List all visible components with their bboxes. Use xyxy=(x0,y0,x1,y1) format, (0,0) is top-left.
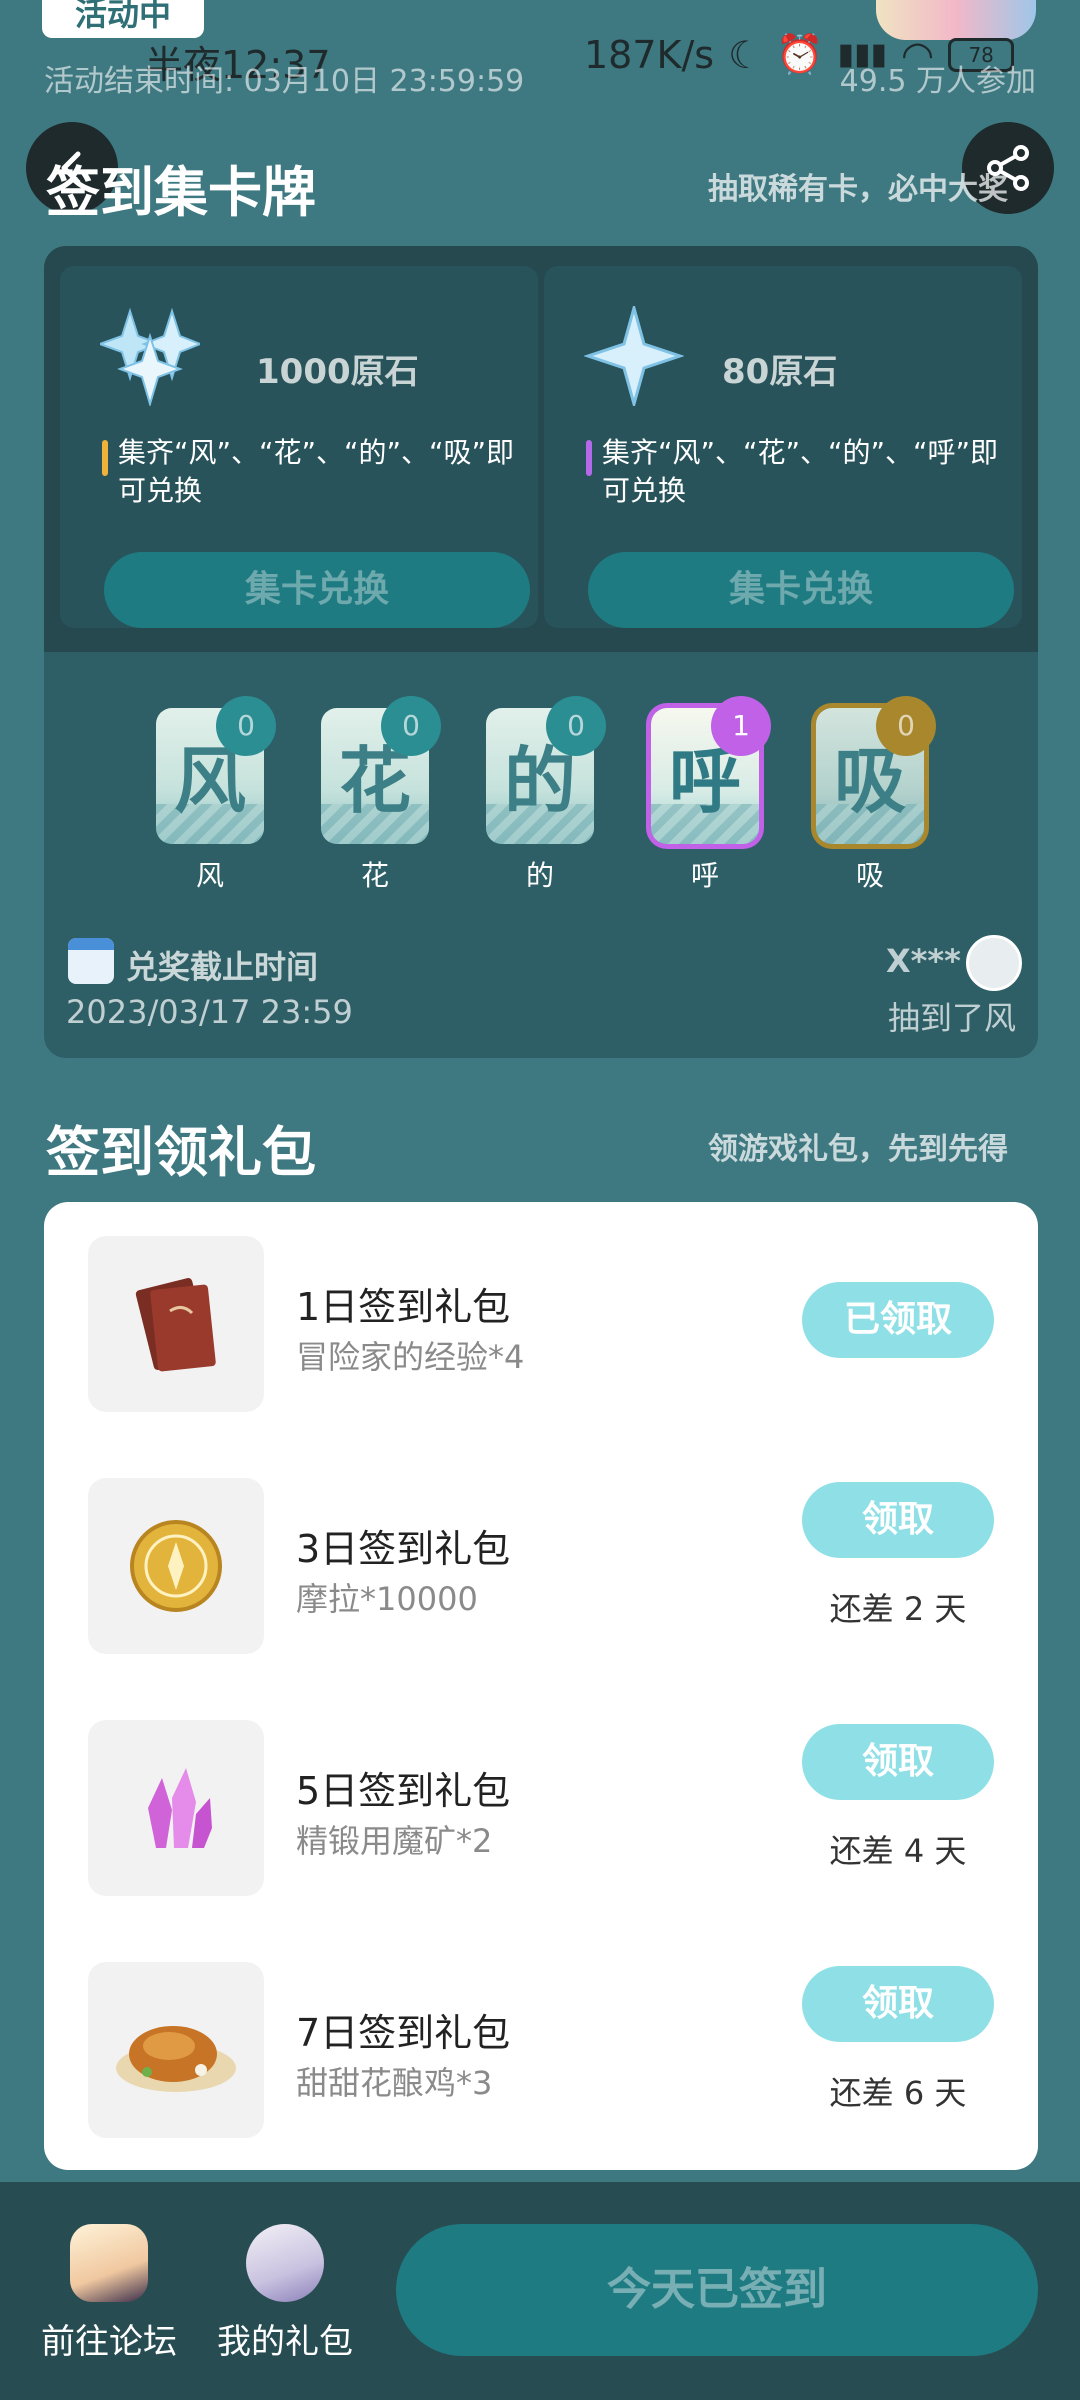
gift-section-title: 签到领礼包 xyxy=(46,1121,316,1184)
gift-title: 7日签到礼包 xyxy=(296,2011,511,2055)
card-label: 呼 xyxy=(690,859,719,892)
card-count-badge: 0 xyxy=(876,696,936,756)
gift-row: 7日签到礼包 甜甜花酿鸡*3 领取 还差 6 天 xyxy=(44,1962,1038,2138)
gift-row: 3日签到礼包 摩拉*10000 领取 还差 2 天 xyxy=(44,1478,1038,1654)
card-feng[interactable]: 风 0 xyxy=(156,696,276,844)
gift-row: 1日签到礼包 冒险家的经验*4 已领取 xyxy=(44,1236,1038,1412)
my-gifts-nav[interactable]: 我的礼包 xyxy=(210,2224,360,2363)
days-left: 还差 6 天 xyxy=(829,2074,967,2112)
gift-section-subtitle: 领游戏礼包，先到先得 xyxy=(708,1132,1008,1167)
gift-thumbnail xyxy=(88,1720,264,1896)
crystal-ore-icon xyxy=(148,1768,212,1848)
days-left: 还差 2 天 xyxy=(829,1590,967,1628)
book-icon xyxy=(135,1278,216,1372)
gift-item: 精锻用魔矿*2 xyxy=(296,1822,493,1860)
forum-label: 前往论坛 xyxy=(41,2322,177,2362)
primogem-icon xyxy=(584,306,684,406)
card-count-badge: 1 xyxy=(711,696,771,756)
card-section-subtitle: 抽取稀有卡，必中大奖 xyxy=(708,172,1008,207)
participant-count: 49.5 万人参加 xyxy=(839,64,1036,99)
card-count-badge: 0 xyxy=(216,696,276,756)
reward-card: 80原石 集齐“风”、“花”、“的”、“呼”即可兑换 集卡兑换 xyxy=(544,266,1022,628)
card-label: 花 xyxy=(360,859,389,892)
my-gifts-label: 我的礼包 xyxy=(217,2322,353,2362)
claim-button[interactable]: 领取 xyxy=(802,1724,994,1800)
roast-chicken-icon xyxy=(116,2026,236,2092)
activity-status-tag: 活动中 xyxy=(42,0,204,38)
forum-nav[interactable]: 前往论坛 xyxy=(34,2224,184,2363)
gift-item: 甜甜花酿鸡*3 xyxy=(296,2064,493,2102)
card-de[interactable]: 的 0 xyxy=(486,696,606,844)
calendar-icon xyxy=(68,938,114,984)
card-hua[interactable]: 花 0 xyxy=(321,696,441,844)
reward-row: 1000原石 集齐“风”、“花”、“的”、“吸”即可兑换 集卡兑换 80原石 集… xyxy=(44,246,1038,652)
reward-amount: 80原石 xyxy=(722,352,838,392)
card-count-badge: 0 xyxy=(546,696,606,756)
card-collection-panel: 1000原石 集齐“风”、“花”、“的”、“吸”即可兑换 集卡兑换 80原石 集… xyxy=(44,246,1038,1058)
card-label: 风 xyxy=(195,859,224,892)
gift-thumbnail xyxy=(88,1962,264,2138)
sign-in-button[interactable]: 今天已签到 xyxy=(396,2224,1038,2356)
gift-thumbnail xyxy=(88,1478,264,1654)
winner-avatar xyxy=(966,935,1022,991)
card-hu[interactable]: 呼 1 xyxy=(651,696,771,844)
gift-item: 冒险家的经验*4 xyxy=(296,1338,525,1376)
claimed-button[interactable]: 已领取 xyxy=(802,1282,994,1358)
deadline-label: 兑奖截止时间 xyxy=(126,948,319,986)
card-count-badge: 0 xyxy=(381,696,441,756)
claim-button[interactable]: 领取 xyxy=(802,1966,994,2042)
deadline-value: 2023/03/17 23:59 xyxy=(66,993,353,1031)
network-speed: 187K/s xyxy=(584,32,715,77)
gift-list-panel: 1日签到礼包 冒险家的经验*4 已领取 3日签到礼包 摩拉*10000 领取 还… xyxy=(44,1202,1038,2170)
forum-app-icon xyxy=(70,2224,148,2302)
reward-description: 集齐“风”、“花”、“的”、“吸”即可兑换 xyxy=(102,434,528,510)
mora-coin-icon xyxy=(130,1520,222,1612)
bottom-bar: 前往论坛 我的礼包 今天已签到 xyxy=(0,2182,1080,2400)
gift-thumbnail xyxy=(88,1236,264,1412)
winner-text: 抽到了风 xyxy=(887,999,1016,1037)
reward-amount: 1000原石 xyxy=(256,352,419,392)
card-label: 吸 xyxy=(855,859,884,892)
exchange-button[interactable]: 集卡兑换 xyxy=(104,552,530,628)
alarm-icon: ⏰ xyxy=(776,32,824,76)
card-label: 的 xyxy=(525,859,554,892)
reward-description: 集齐“风”、“花”、“的”、“呼”即可兑换 xyxy=(586,434,1012,510)
card-xi[interactable]: 吸 0 xyxy=(816,696,936,844)
exchange-button[interactable]: 集卡兑换 xyxy=(588,552,1014,628)
claim-button[interactable]: 领取 xyxy=(802,1482,994,1558)
reward-card: 1000原石 集齐“风”、“花”、“的”、“吸”即可兑换 集卡兑换 xyxy=(60,266,538,628)
primogem-stack-icon xyxy=(100,307,200,406)
gift-avatar-icon xyxy=(246,2224,324,2302)
days-left: 还差 4 天 xyxy=(829,1832,967,1870)
card-section-title: 签到集卡牌 xyxy=(46,161,316,224)
moon-icon: ☾ xyxy=(728,32,763,77)
winner-name: X*** xyxy=(886,942,961,980)
gift-title: 3日签到礼包 xyxy=(296,1527,511,1571)
gift-title: 5日签到礼包 xyxy=(296,1769,511,1813)
gift-item: 摩拉*10000 xyxy=(296,1580,478,1618)
activity-end-time: 活动结束时间: 03月10日 23:59:59 xyxy=(44,64,525,99)
gift-row: 5日签到礼包 精锻用魔矿*2 领取 还差 4 天 xyxy=(44,1720,1038,1896)
gift-title: 1日签到礼包 xyxy=(296,1285,511,1329)
